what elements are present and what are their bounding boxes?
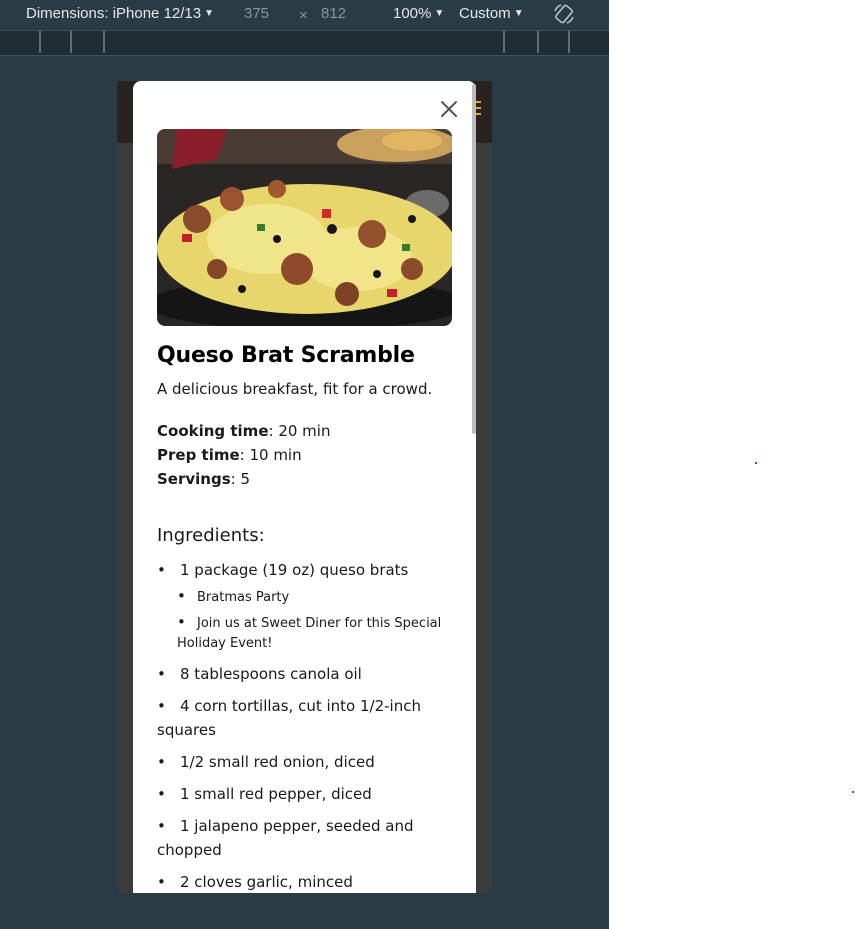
- close-icon[interactable]: [438, 98, 460, 120]
- recipe-description: A delicious breakfast, fit for a crowd.: [157, 380, 433, 398]
- list-item: • 1 jalapeno pepper, seeded and chopped: [157, 817, 414, 859]
- dimensions-label: Dimensions: iPhone 12/13: [26, 5, 202, 22]
- dimensions-dropdown[interactable]: Dimensions: iPhone 12/13 ▼: [26, 5, 214, 22]
- recipe-content: Queso Brat Scramble A delicious breakfas…: [157, 343, 457, 893]
- prep-time: Prep time: 10 min: [157, 446, 302, 464]
- list-item: • 1/2 small red onion, diced: [157, 753, 375, 771]
- cooking-time: Cooking time: 20 min: [157, 422, 331, 440]
- height-input[interactable]: 812: [321, 5, 346, 22]
- stray-dot: [852, 791, 854, 793]
- recipe-meta: Cooking time: 20 min Prep time: 10 min S…: [157, 419, 457, 491]
- list-item: • 1 small red pepper, diced: [157, 785, 372, 803]
- list-item: • 1 package (19 oz) queso brats • Bratmas …: [157, 558, 457, 654]
- list-item: • 2 cloves garlic, minced: [157, 873, 353, 891]
- media-query-ruler: [0, 30, 609, 56]
- servings: Servings: 5: [157, 470, 251, 488]
- throttle-dropdown[interactable]: Custom ▼: [459, 5, 524, 22]
- zoom-dropdown[interactable]: 100% ▼: [393, 5, 444, 22]
- sub-list: • Bratmas Party • Join us at Sweet Diner f…: [177, 586, 457, 654]
- throttle-label: Custom: [459, 5, 511, 22]
- list-item: • Bratmas Party: [177, 587, 290, 605]
- times-separator: ×: [299, 7, 308, 24]
- list-item: • Join us at Sweet Diner for this Special…: [177, 613, 442, 651]
- zoom-label: 100%: [393, 5, 432, 22]
- rotate-icon[interactable]: [552, 2, 576, 26]
- ingredients-heading: Ingredients:: [157, 525, 265, 546]
- stray-dot: [755, 462, 757, 464]
- chevron-down-icon: ▼: [434, 8, 445, 19]
- device-toolbar: Dimensions: iPhone 12/13 ▼ 375 × 812 100%…: [0, 0, 609, 29]
- chevron-down-icon: ▼: [204, 8, 215, 19]
- ingredients-list: • 1 package (19 oz) queso brats • Bratmas …: [157, 558, 457, 893]
- recipe-title: Queso Brat Scramble: [157, 343, 415, 368]
- recipe-image: [157, 129, 452, 326]
- width-input[interactable]: 375: [244, 5, 269, 22]
- modal-scrollbar[interactable]: [472, 84, 476, 434]
- list-item: • 8 tablespoons canola oil: [157, 665, 362, 683]
- chevron-down-icon: ▼: [513, 8, 524, 19]
- recipe-modal: Queso Brat Scramble A delicious breakfas…: [133, 81, 476, 893]
- list-item: • 4 corn tortillas, cut into 1/2-inch squ…: [157, 697, 421, 739]
